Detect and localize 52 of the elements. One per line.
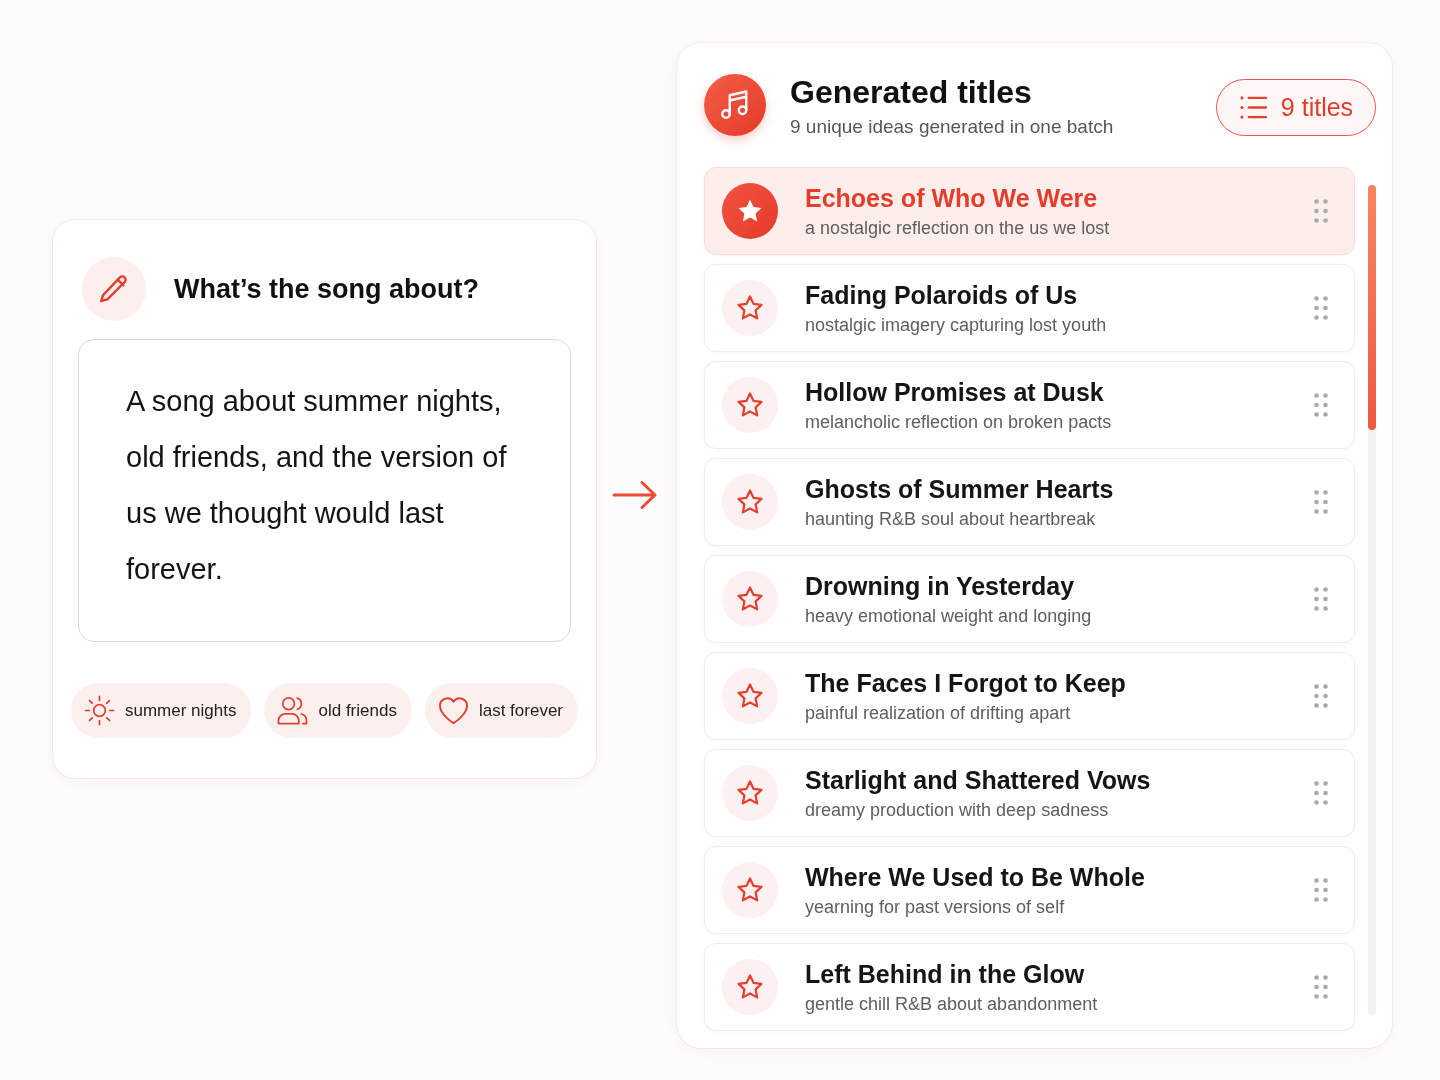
drag-handle-icon[interactable] xyxy=(1314,684,1328,708)
song-description: gentle chill R&B about abandonment xyxy=(805,994,1099,1015)
list-icon xyxy=(1238,95,1268,120)
title-card[interactable]: Starlight and Shattered Vows dreamy production with deep sadness xyxy=(704,749,1355,837)
drag-handle-icon[interactable] xyxy=(1314,393,1328,417)
drag-handle-icon[interactable] xyxy=(1314,781,1328,805)
title-card[interactable]: Echoes of Who We Were a nostalgic reflection on the us we lost xyxy=(704,167,1355,255)
song-description: melancholic reflection on broken pacts xyxy=(805,412,1113,433)
drag-handle-icon[interactable] xyxy=(1314,587,1328,611)
song-title: Drowning in Yesterday xyxy=(805,571,1076,601)
song-description: haunting R&B soul about heartbreak xyxy=(805,509,1097,530)
song-description: a nostalgic reflection on the us we lost xyxy=(805,218,1111,239)
title-card[interactable]: Left Behind in the Glow gentle chill R&B about abandonment xyxy=(704,943,1355,1031)
song-description: heavy emotional weight and longing xyxy=(805,606,1093,627)
panel-subtitle: 9 unique ideas generated in one batch xyxy=(790,115,1115,138)
song-title: Starlight and Shattered Vows xyxy=(805,765,1152,795)
drag-handle-icon[interactable] xyxy=(1314,975,1328,999)
drag-handle-icon[interactable] xyxy=(1314,296,1328,320)
drag-handle-icon[interactable] xyxy=(1314,199,1328,223)
prompt-heading: What’s the song about? xyxy=(174,273,479,305)
drag-handle-icon[interactable] xyxy=(1314,490,1328,514)
title-card[interactable]: Where We Used to Be Whole yearning for past versions of self xyxy=(704,846,1355,934)
tag-chip[interactable]: old friends xyxy=(264,683,412,738)
panel-title: Generated titles xyxy=(790,72,1033,111)
song-title: Left Behind in the Glow xyxy=(805,959,1086,989)
heart-icon xyxy=(437,695,469,726)
song-description: painful realization of drifting apart xyxy=(805,703,1072,724)
song-title: Ghosts of Summer Hearts xyxy=(805,474,1115,504)
tag-chip[interactable]: last forever xyxy=(424,683,578,738)
title-count: 9 titles xyxy=(1280,93,1354,122)
drag-handle-icon[interactable] xyxy=(1314,878,1328,902)
music-note-icon xyxy=(704,74,766,136)
song-description: dreamy production with deep sadness xyxy=(805,800,1110,821)
song-description-field[interactable]: A song about summer nights, old friends, and the version of us we thought would last forever. xyxy=(78,339,571,642)
title-card[interactable]: Ghosts of Summer Hearts haunting R&B soul about heartbreak xyxy=(704,458,1355,546)
sun-icon xyxy=(84,695,115,726)
scrollbar[interactable] xyxy=(1368,185,1376,1015)
song-title: The Faces I Forgot to Keep xyxy=(805,668,1127,698)
song-title: Where We Used to Be Whole xyxy=(805,862,1146,892)
song-description: nostalgic imagery capturing lost youth xyxy=(805,315,1108,336)
scrollbar-thumb[interactable] xyxy=(1368,185,1376,430)
arrow-right-icon xyxy=(612,480,658,510)
people-icon xyxy=(277,695,309,726)
song-title: Fading Polaroids of Us xyxy=(805,280,1079,310)
title-card[interactable]: The Faces I Forgot to Keep painful realization of drifting apart xyxy=(704,652,1355,740)
song-title: Hollow Promises at Dusk xyxy=(805,377,1105,407)
title-card[interactable]: Fading Polaroids of Us nostalgic imagery capturing lost youth xyxy=(704,264,1355,352)
song-title: Echoes of Who We Were xyxy=(805,183,1099,213)
tag-chip[interactable]: summer nights xyxy=(71,683,252,738)
song-description: yearning for past versions of self xyxy=(805,897,1066,918)
title-card[interactable]: Drowning in Yesterday heavy emotional weight and longing xyxy=(704,555,1355,643)
title-card[interactable]: Hollow Promises at Dusk melancholic reflection on broken pacts xyxy=(704,361,1355,449)
